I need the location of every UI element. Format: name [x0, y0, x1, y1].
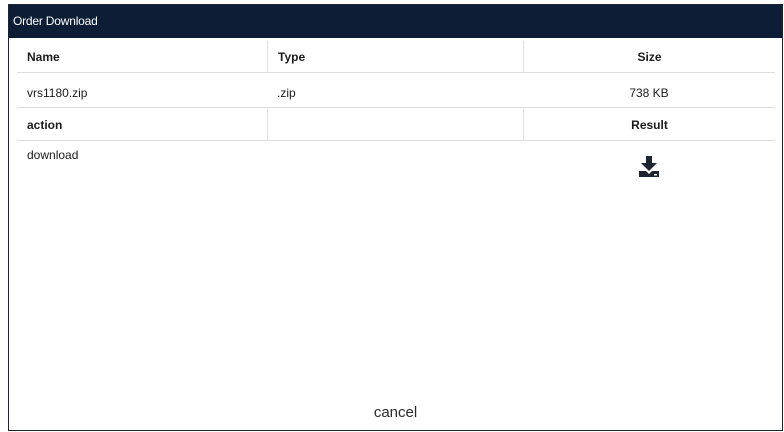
file-size: 738 KB — [523, 77, 775, 108]
file-name: vrs1180.zip — [17, 77, 267, 108]
column-header-action: action — [17, 109, 267, 141]
download-icon[interactable] — [636, 153, 662, 179]
action-table-header: action Result — [17, 109, 775, 141]
column-header-name: Name — [17, 41, 267, 73]
result-cell — [523, 141, 775, 201]
column-header-result: Result — [523, 109, 775, 141]
column-header-empty — [267, 109, 523, 141]
table-row: download — [17, 141, 775, 201]
column-header-type: Type — [267, 41, 523, 73]
table-row: vrs1180.zip .zip 738 KB — [17, 77, 775, 108]
dialog-title: Order Download — [9, 5, 782, 38]
order-download-dialog: Order Download Name Type Size vrs1180.zi… — [8, 4, 783, 431]
action-empty-cell — [267, 141, 523, 201]
cancel-button[interactable]: cancel — [9, 404, 782, 421]
file-type: .zip — [267, 77, 523, 108]
action-label: download — [27, 148, 79, 162]
file-table-header: Name Type Size — [17, 41, 775, 73]
column-header-size: Size — [523, 41, 775, 73]
